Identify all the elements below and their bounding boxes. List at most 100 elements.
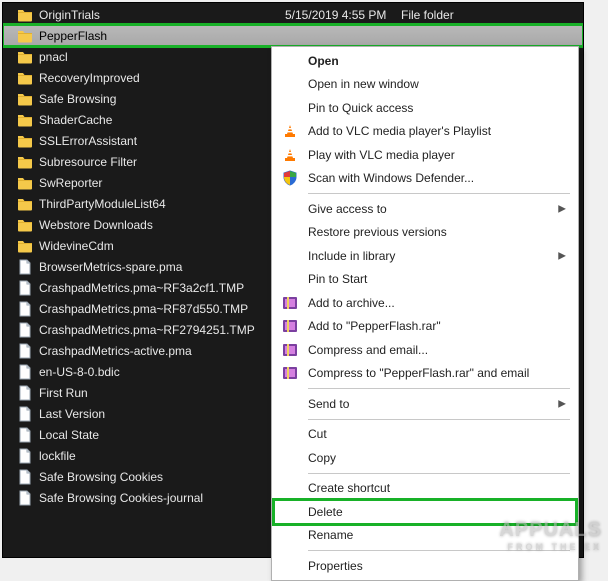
file-name: en-US-8-0.bdic <box>39 365 285 379</box>
file-name: OriginTrials <box>39 8 285 22</box>
folder-icon <box>17 133 33 149</box>
ctx-cut[interactable]: Cut <box>274 423 576 447</box>
file-icon <box>17 490 33 506</box>
separator <box>308 419 570 420</box>
folder-icon <box>17 238 33 254</box>
ctx-shortcut-label: Create shortcut <box>308 481 390 495</box>
file-name: SwReporter <box>39 176 285 190</box>
ctx-restore-versions[interactable]: Restore previous versions <box>274 221 576 245</box>
vlc-icon <box>282 147 298 163</box>
ctx-cut-label: Cut <box>308 427 327 441</box>
file-icon <box>17 322 33 338</box>
file-icon <box>17 406 33 422</box>
winrar-icon <box>282 295 298 311</box>
defender-shield-icon <box>282 170 298 186</box>
folder-icon <box>17 91 33 107</box>
file-name: BrowserMetrics-spare.pma <box>39 260 285 274</box>
folder-icon <box>17 7 33 23</box>
file-name: CrashpadMetrics.pma~RF3a2cf1.TMP <box>39 281 285 295</box>
ctx-vlc-add-playlist[interactable]: Add to VLC media player's Playlist <box>274 120 576 144</box>
ctx-open-new-label: Open in new window <box>308 77 419 91</box>
file-icon <box>17 259 33 275</box>
file-name: lockfile <box>39 449 285 463</box>
separator <box>308 193 570 194</box>
file-name: First Run <box>39 386 285 400</box>
ctx-add-archive-label: Add to archive... <box>308 296 395 310</box>
ctx-pin-start[interactable]: Pin to Start <box>274 268 576 292</box>
highlight-annotation: PepperFlash <box>3 25 583 46</box>
folder-icon <box>17 112 33 128</box>
file-name: ThirdPartyModuleList64 <box>39 197 285 211</box>
file-row[interactable]: PepperFlash <box>3 25 583 46</box>
ctx-open[interactable]: Open <box>274 49 576 73</box>
file-icon <box>17 427 33 443</box>
ctx-vlc-play[interactable]: Play with VLC media player <box>274 143 576 167</box>
separator <box>308 388 570 389</box>
file-icon <box>17 364 33 380</box>
file-icon <box>17 301 33 317</box>
file-row[interactable]: OriginTrials5/15/2019 4:55 PMFile folder <box>3 4 583 25</box>
ctx-add-named-label: Add to "PepperFlash.rar" <box>308 319 441 333</box>
folder-icon <box>17 49 33 65</box>
ctx-give-access-label: Give access to <box>308 202 387 216</box>
winrar-icon <box>282 342 298 358</box>
ctx-include-library[interactable]: Include in library▶ <box>274 244 576 268</box>
ctx-scan-defender[interactable]: Scan with Windows Defender... <box>274 167 576 191</box>
file-date: 5/15/2019 4:55 PM <box>285 8 401 22</box>
ctx-rename-label: Rename <box>308 528 353 542</box>
folder-icon <box>17 70 33 86</box>
file-name: Safe Browsing <box>39 92 285 106</box>
file-name: CrashpadMetrics.pma~RF2794251.TMP <box>39 323 285 337</box>
ctx-delete[interactable]: Delete <box>274 500 576 524</box>
ctx-send-to-label: Send to <box>308 397 349 411</box>
ctx-vlc-play-label: Play with VLC media player <box>308 148 455 162</box>
ctx-vlc-add-label: Add to VLC media player's Playlist <box>308 124 491 138</box>
ctx-add-archive[interactable]: Add to archive... <box>274 291 576 315</box>
ctx-properties[interactable]: Properties <box>274 554 576 578</box>
context-menu: Open Open in new window Pin to Quick acc… <box>271 46 579 581</box>
winrar-icon <box>282 318 298 334</box>
ctx-pin-start-label: Pin to Start <box>308 272 367 286</box>
ctx-create-shortcut[interactable]: Create shortcut <box>274 477 576 501</box>
ctx-copy-label: Copy <box>308 451 336 465</box>
submenu-arrow-icon: ▶ <box>558 203 566 214</box>
file-icon <box>17 280 33 296</box>
file-icon <box>17 469 33 485</box>
folder-icon <box>17 175 33 191</box>
ctx-compress-email[interactable]: Compress and email... <box>274 338 576 362</box>
file-name: Safe Browsing Cookies <box>39 470 285 484</box>
folder-icon <box>17 28 33 44</box>
folder-icon <box>17 154 33 170</box>
winrar-icon <box>282 365 298 381</box>
ctx-add-to-named-rar[interactable]: Add to "PepperFlash.rar" <box>274 315 576 339</box>
vlc-icon <box>282 123 298 139</box>
ctx-give-access-to[interactable]: Give access to ▶ <box>274 197 576 221</box>
ctx-restore-label: Restore previous versions <box>308 225 447 239</box>
ctx-properties-label: Properties <box>308 559 363 573</box>
file-name: Subresource Filter <box>39 155 285 169</box>
ctx-defender-label: Scan with Windows Defender... <box>308 171 474 185</box>
file-name: Local State <box>39 428 285 442</box>
ctx-pin-quick-access[interactable]: Pin to Quick access <box>274 96 576 120</box>
ctx-library-label: Include in library <box>308 249 395 263</box>
separator <box>308 550 570 551</box>
ctx-copy[interactable]: Copy <box>274 446 576 470</box>
file-name: CrashpadMetrics-active.pma <box>39 344 285 358</box>
ctx-compress-named-email[interactable]: Compress to "PepperFlash.rar" and email <box>274 362 576 386</box>
file-name: pnacl <box>39 50 285 64</box>
file-name: RecoveryImproved <box>39 71 285 85</box>
file-name: Last Version <box>39 407 285 421</box>
ctx-compress-named-label: Compress to "PepperFlash.rar" and email <box>308 366 529 380</box>
file-icon <box>17 448 33 464</box>
ctx-rename[interactable]: Rename <box>274 524 576 548</box>
ctx-compress-email-label: Compress and email... <box>308 343 428 357</box>
ctx-send-to[interactable]: Send to ▶ <box>274 392 576 416</box>
ctx-open-new-window[interactable]: Open in new window <box>274 73 576 97</box>
file-name: WidevineCdm <box>39 239 285 253</box>
folder-icon <box>17 196 33 212</box>
file-icon <box>17 385 33 401</box>
submenu-arrow-icon: ▶ <box>558 398 566 409</box>
separator <box>308 473 570 474</box>
file-name: SSLErrorAssistant <box>39 134 285 148</box>
ctx-open-label: Open <box>308 54 339 68</box>
